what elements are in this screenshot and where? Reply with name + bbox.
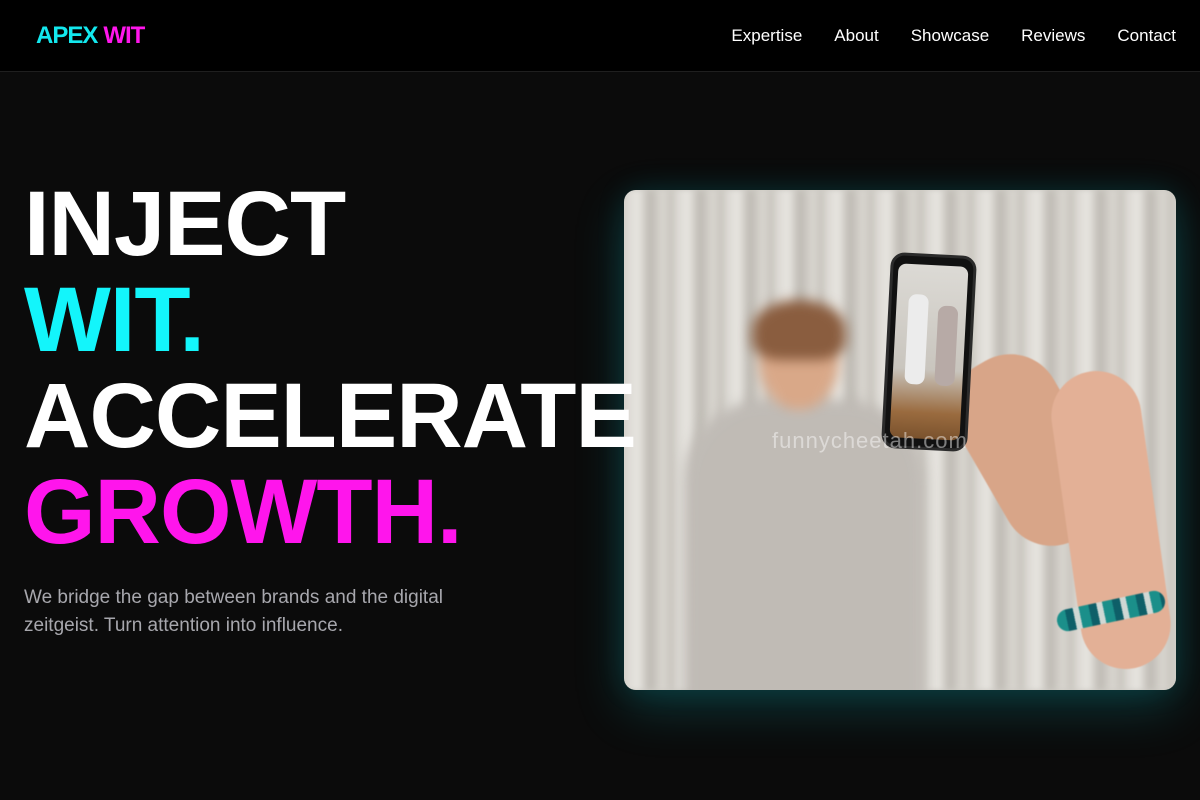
- headline-line-growth: GROWTH.: [24, 461, 463, 563]
- dancer-figure: [934, 305, 959, 387]
- dancer-figure: [904, 293, 929, 385]
- nav-link-contact[interactable]: Contact: [1117, 24, 1176, 48]
- logo-text-wit: WIT: [103, 22, 145, 49]
- phone-screen: [889, 263, 969, 441]
- logo-text-apex: APEX: [36, 22, 98, 49]
- hands-holding-phone: [933, 335, 1176, 690]
- brand-logo[interactable]: APEX WIT: [36, 20, 145, 52]
- nav-link-showcase[interactable]: Showcase: [911, 24, 989, 48]
- headline-line-wit: WIT.: [24, 269, 205, 371]
- nav-link-reviews[interactable]: Reviews: [1021, 24, 1085, 48]
- nav-link-about[interactable]: About: [834, 24, 878, 48]
- headline-line-accelerate: ACCELERATE: [24, 365, 637, 467]
- page: APEX WIT Expertise About Showcase Reviews…: [0, 0, 1200, 800]
- top-navigation-bar: APEX WIT Expertise About Showcase Reviews…: [0, 0, 1200, 72]
- hero-subtext: We bridge the gap between brands and the…: [24, 587, 444, 636]
- headline-line-inject: INJECT: [24, 173, 346, 275]
- image-watermark: funnycheetah.com: [772, 428, 968, 453]
- hero-headline: INJECT WIT. ACCELERATE GROWTH.: [24, 173, 637, 563]
- nav-link-expertise[interactable]: Expertise: [731, 24, 802, 48]
- smartphone-icon: [880, 251, 978, 453]
- hero-image: funnycheetah.com: [624, 190, 1176, 690]
- nav-menu: Expertise About Showcase Reviews Contact: [731, 24, 1176, 48]
- hair-shape: [752, 300, 846, 360]
